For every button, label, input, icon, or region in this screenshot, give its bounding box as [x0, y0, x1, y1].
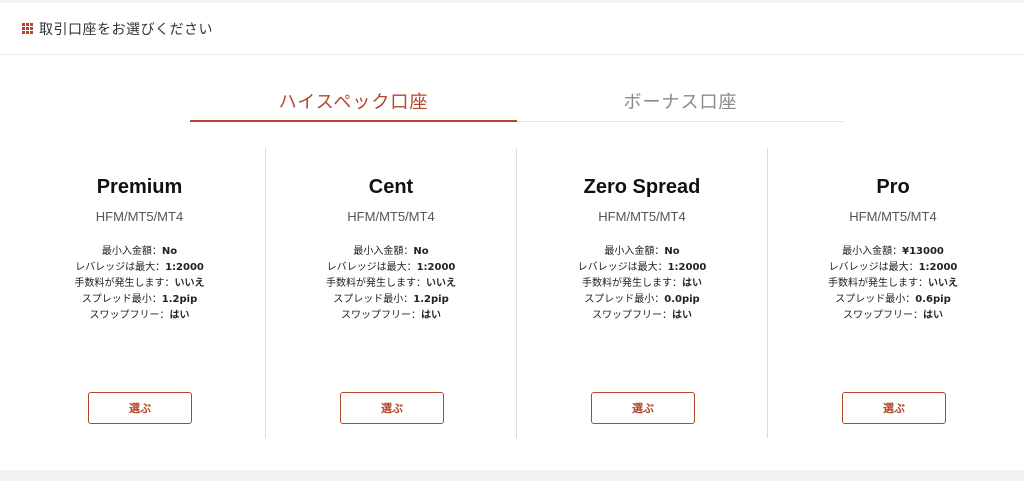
- tab-bonus[interactable]: ボーナス口座: [517, 78, 844, 121]
- account-platform: HFM/MT5/MT4: [347, 209, 435, 224]
- spec-max-leverage: レバレッジは最大：1:2000: [828, 262, 958, 273]
- spec-min-spread: スプレッド最小：1.2pip: [333, 294, 449, 305]
- spec-max-leverage: レバレッジは最大：1:2000: [75, 262, 204, 273]
- select-zero-spread-button[interactable]: 選ぶ: [591, 392, 695, 424]
- spec-commission: 手数料が発生します：いいえ: [326, 278, 456, 289]
- account-name: Pro: [876, 176, 910, 198]
- account-name: Cent: [368, 176, 414, 198]
- account-card-premium: Premium HFM/MT5/MT4 最小入金額：No レバレッジは最大：1:…: [14, 148, 265, 438]
- account-name: Zero Spread: [583, 176, 701, 198]
- section-title: 取引口座をお選びください: [39, 21, 213, 38]
- spec-min-deposit: 最小入金額：¥13000: [842, 246, 944, 257]
- account-specs: 最小入金額：No レバレッジは最大：1:2000 手数料が発生します：はい スプ…: [578, 244, 707, 324]
- spec-max-leverage: レバレッジは最大：1:2000: [577, 262, 707, 273]
- spec-min-deposit: 最小入金額：No: [604, 246, 680, 257]
- account-card-pro: Pro HFM/MT5/MT4 最小入金額：¥13000 レバレッジは最大：1:…: [767, 148, 1018, 438]
- spec-swap-free: スワップフリー：はい: [843, 310, 943, 321]
- tab-high-spec[interactable]: ハイスペック口座: [190, 78, 517, 122]
- account-platform: HFM/MT5/MT4: [95, 209, 184, 224]
- select-premium-button[interactable]: 選ぶ: [88, 392, 192, 424]
- account-selection-panel: 取引口座をお選びください ハイスペック口座 ボーナス口座 Premium HFM…: [0, 0, 1024, 481]
- spec-min-spread: スプレッド最小：0.6pip: [835, 294, 951, 305]
- select-pro-button[interactable]: 選ぶ: [842, 392, 946, 424]
- select-cent-button[interactable]: 選ぶ: [340, 392, 444, 424]
- account-platform: HFM/MT5/MT4: [849, 209, 937, 224]
- spec-commission: 手数料が発生します：いいえ: [828, 278, 958, 289]
- account-cards: Premium HFM/MT5/MT4 最小入金額：No レバレッジは最大：1:…: [14, 148, 1018, 438]
- grid-icon: [22, 23, 33, 34]
- spec-max-leverage: レバレッジは最大：1:2000: [326, 262, 456, 273]
- spec-swap-free: スワップフリー：はい: [341, 310, 441, 321]
- account-specs: 最小入金額：No レバレッジは最大：1:2000 手数料が発生します：いいえ ス…: [75, 244, 205, 324]
- spec-min-spread: スプレッド最小：1.2pip: [81, 294, 198, 305]
- spec-commission: 手数料が発生します：はい: [581, 278, 702, 289]
- account-platform: HFM/MT5/MT4: [598, 209, 686, 224]
- bottom-divider: [0, 470, 1024, 481]
- spec-min-deposit: 最小入金額：No: [101, 246, 178, 257]
- account-type-tabs: ハイスペック口座 ボーナス口座: [190, 78, 844, 122]
- account-card-zero-spread: Zero Spread HFM/MT5/MT4 最小入金額：No レバレッジは最…: [516, 148, 767, 438]
- account-specs: 最小入金額：¥13000 レバレッジは最大：1:2000 手数料が発生します：い…: [828, 244, 958, 324]
- account-specs: 最小入金額：No レバレッジは最大：1:2000 手数料が発生します：いいえ ス…: [326, 244, 456, 324]
- account-name: Premium: [96, 176, 183, 198]
- section-header: 取引口座をお選びください: [0, 3, 1024, 55]
- spec-swap-free: スワップフリー：はい: [89, 310, 190, 321]
- spec-min-spread: スプレッド最小：0.0pip: [584, 294, 700, 305]
- spec-commission: 手数料が発生します：いいえ: [74, 278, 205, 289]
- spec-swap-free: スワップフリー：はい: [591, 310, 692, 321]
- account-card-cent: Cent HFM/MT5/MT4 最小入金額：No レバレッジは最大：1:200…: [265, 148, 516, 438]
- spec-min-deposit: 最小入金額：No: [353, 246, 429, 257]
